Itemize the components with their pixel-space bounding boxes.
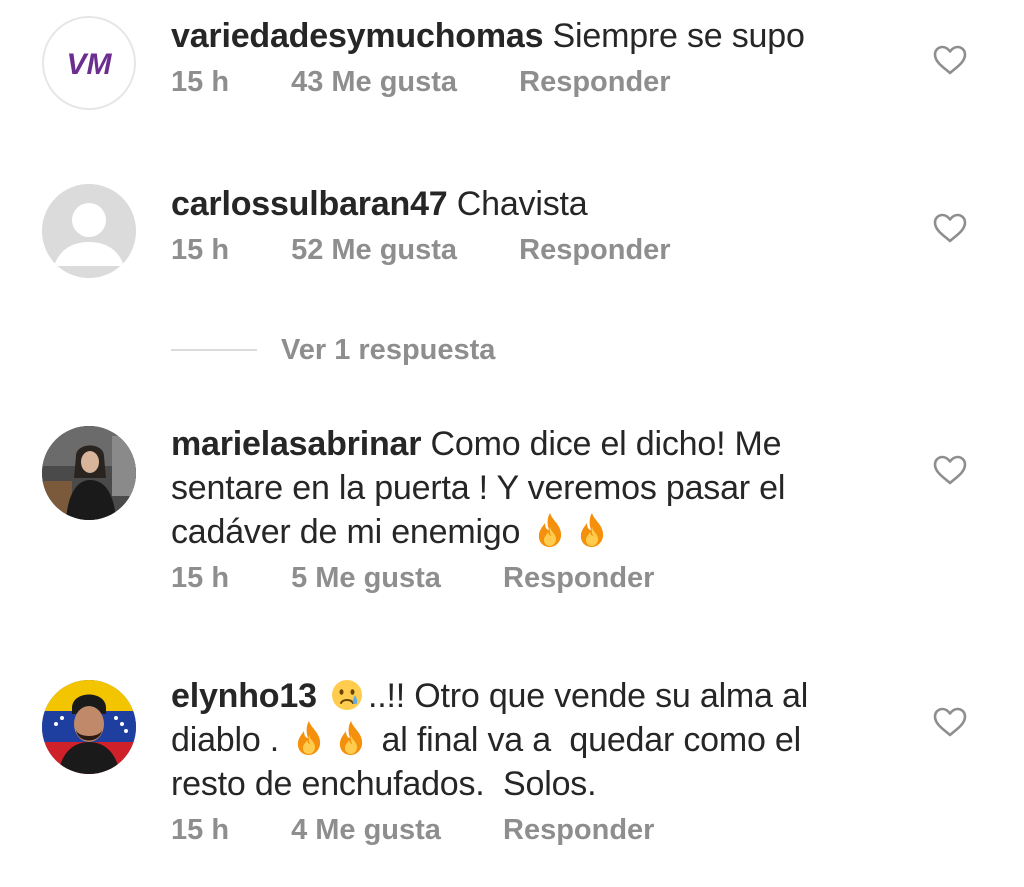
avatar[interactable] (42, 184, 136, 278)
user-photo (42, 680, 136, 774)
comment-text: Chavista (456, 185, 588, 223)
fire-emoji-icon (581, 513, 604, 547)
avatar[interactable]: VM (42, 16, 136, 110)
reply-button[interactable]: Responder (519, 66, 670, 99)
fire-emoji-icon (340, 721, 363, 755)
comment-username[interactable]: elynho13 (171, 677, 317, 715)
comment-username[interactable]: carlossulbaran47 (171, 185, 448, 223)
heart-outline-icon[interactable] (932, 706, 968, 738)
comment-likes[interactable]: 52 Me gusta (291, 234, 457, 267)
comment-likes[interactable]: 5 Me gusta (291, 562, 441, 595)
comment-time: 15 h (171, 562, 230, 594)
avatar[interactable] (42, 680, 136, 774)
reply-button[interactable]: Responder (519, 234, 670, 267)
fire-emoji-icon (298, 721, 321, 755)
comment-likes[interactable]: 4 Me gusta (291, 814, 441, 847)
heart-outline-icon[interactable] (932, 454, 968, 486)
heart-outline-icon[interactable] (932, 44, 968, 76)
comment-username[interactable]: marielasabrinar (171, 425, 421, 463)
comment-time: 15 h (171, 814, 230, 846)
replies-divider (171, 349, 257, 351)
view-replies-button[interactable]: Ver 1 respuesta (281, 334, 495, 367)
crying-face-emoji-icon (332, 680, 363, 710)
fire-emoji-icon (539, 513, 562, 547)
view-replies[interactable]: Ver 1 respuesta (171, 330, 495, 370)
comment-time: 15 h (171, 234, 230, 266)
avatar-monogram: VM (67, 48, 113, 81)
default-avatar-icon (42, 184, 136, 278)
comment-username[interactable]: variedadesymuchomas (171, 17, 543, 55)
heart-outline-icon[interactable] (932, 212, 968, 244)
reply-button[interactable]: Responder (503, 562, 654, 595)
avatar[interactable] (42, 426, 136, 520)
reply-button[interactable]: Responder (503, 814, 654, 847)
comment-time: 15 h (171, 66, 230, 98)
user-photo (42, 426, 136, 520)
comment-text: Siempre se supo (552, 17, 805, 55)
comment-likes[interactable]: 43 Me gusta (291, 66, 457, 99)
